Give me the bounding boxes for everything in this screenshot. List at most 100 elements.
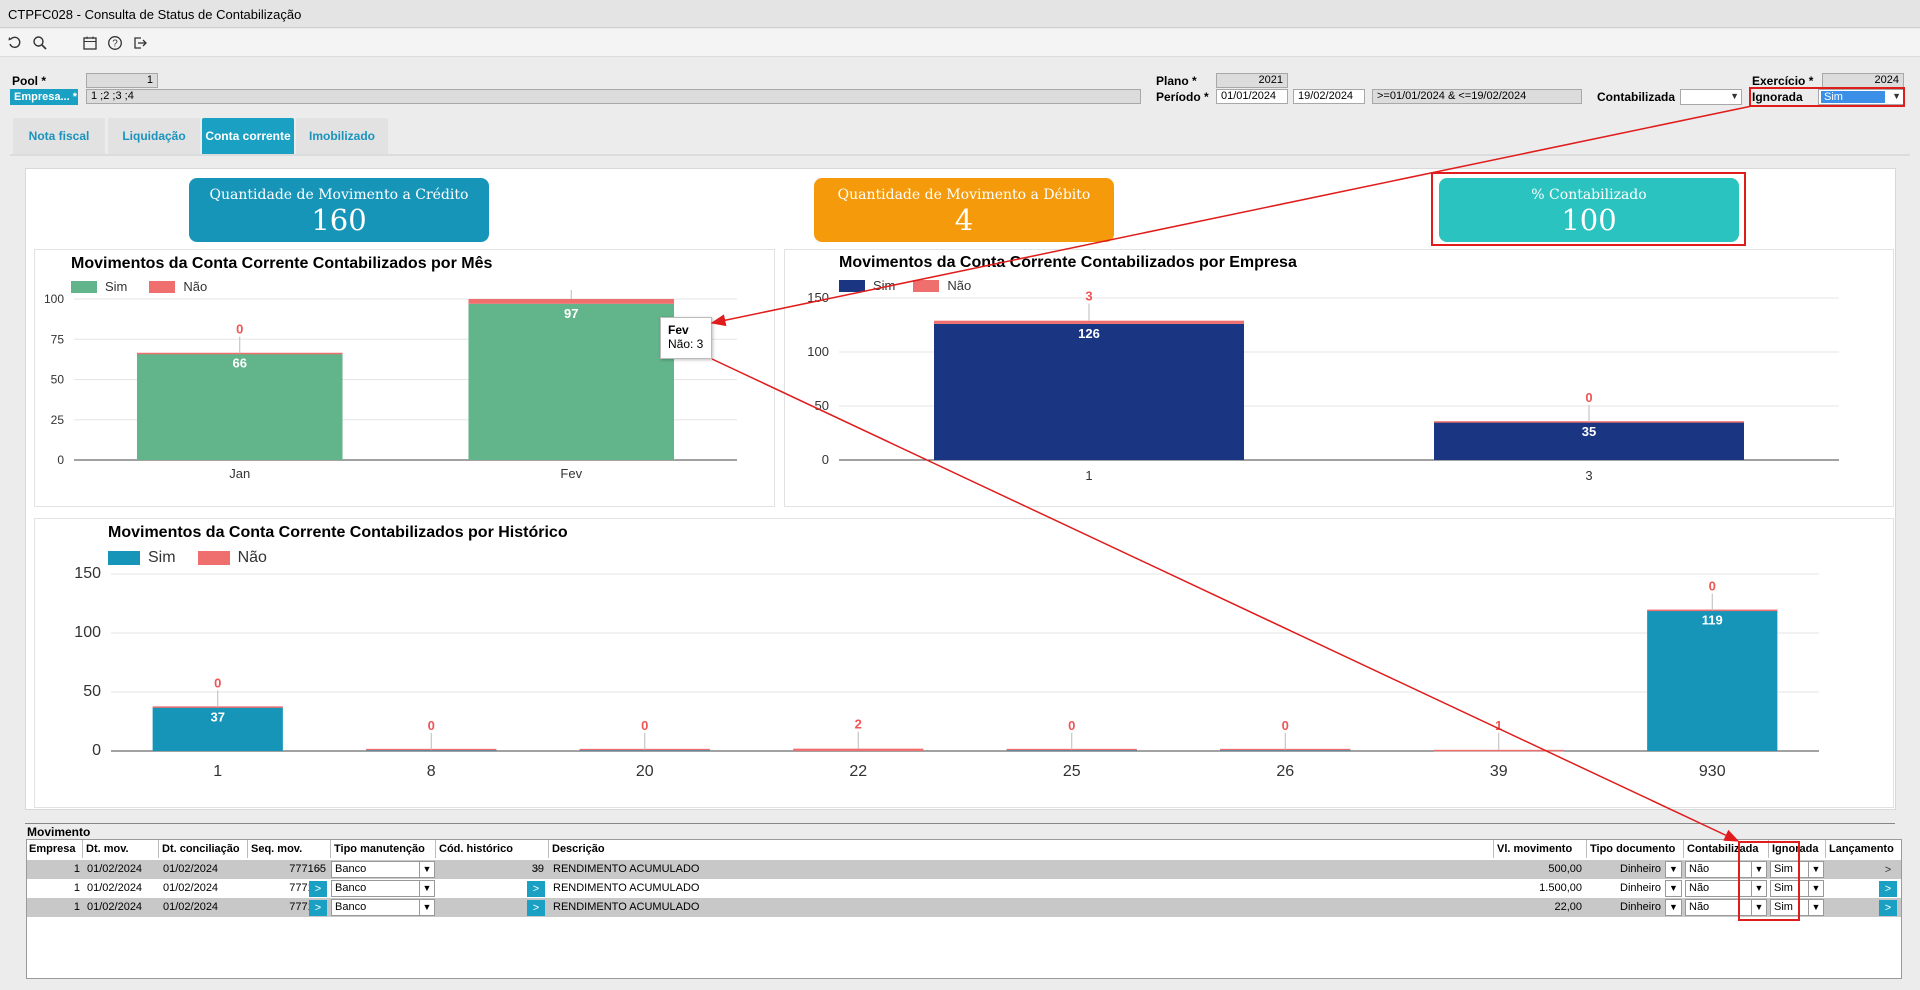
- col-tipo-manutencao[interactable]: Tipo manutenção: [332, 840, 436, 858]
- data-label-nao: 0: [236, 322, 243, 337]
- periodo-from-field[interactable]: 01/01/2024: [1216, 89, 1288, 104]
- cell-empresa: 1: [73, 901, 80, 913]
- chevron-down-icon: ▼: [1808, 862, 1823, 877]
- periodo-to-field[interactable]: 19/02/2024: [1293, 89, 1365, 104]
- cell-dt-conciliacao: 01/02/2024: [163, 882, 219, 894]
- chart-por-historico-title: Movimentos da Conta Corrente Contabiliza…: [108, 524, 568, 541]
- contabilizada-select[interactable]: Não ▼: [1685, 861, 1767, 878]
- contabilizada-label: Contabilizada: [1597, 90, 1676, 104]
- search-icon[interactable]: [30, 33, 50, 53]
- cell-empresa: 1: [73, 882, 80, 894]
- ignorada-select[interactable]: Sim ▼: [1770, 880, 1824, 897]
- periodo-expression: >=01/01/2024 & <=19/02/2024: [1372, 89, 1582, 104]
- col-contabilizada[interactable]: Contabilizada: [1685, 840, 1769, 858]
- svg-text:?: ?: [112, 39, 118, 50]
- ignorada-select[interactable]: Sim ▼: [1818, 89, 1904, 105]
- table-row[interactable]: 1 01/02/2024 01/02/2024 777165 > Banco ▼ 39 > REN…: [27, 860, 1901, 879]
- x-tick-label: Jan: [229, 466, 250, 481]
- tipo-documento-select[interactable]: ▼: [1665, 880, 1682, 897]
- table-row[interactable]: 101/02/202401/02/2024777164>Banco▼22>REN…: [27, 879, 1901, 898]
- tooltip-text: Não: 3: [668, 337, 704, 351]
- y-tick-label: 100: [44, 292, 64, 306]
- chart-por-empresa-title: Movimentos da Conta Corrente Contabiliza…: [839, 254, 1297, 271]
- col-dt-mov[interactable]: Dt. mov.: [84, 840, 159, 858]
- tipo-documento-select[interactable]: ▼: [1665, 899, 1682, 916]
- chevron-down-icon: ▼: [1808, 881, 1823, 896]
- data-label-sim: 126: [1078, 326, 1100, 341]
- help-icon[interactable]: ?: [105, 33, 125, 53]
- col-empresa[interactable]: Empresa: [27, 840, 83, 858]
- cell-descricao: RENDIMENTO ACUMULADO: [553, 863, 700, 875]
- data-label-nao: 0: [641, 718, 648, 733]
- tab-imobilizado[interactable]: Imobilizado: [296, 118, 388, 154]
- col-dt-conciliacao[interactable]: Dt. conciliação: [160, 840, 248, 858]
- tipo-manutencao-select[interactable]: Banco ▼: [331, 861, 435, 878]
- y-tick-label: 100: [74, 624, 101, 641]
- empresa-lookup-button[interactable]: Empresa... *: [10, 89, 78, 105]
- chevron-down-icon: ▼: [1669, 864, 1678, 874]
- chart-por-empresa: 0 50 100 150 1 126 3 3 35 0: [807, 290, 1839, 483]
- lancamento-button[interactable]: >: [1879, 862, 1897, 878]
- bar-sim: [468, 303, 675, 460]
- tab-liquidacao[interactable]: Liquidação: [108, 118, 200, 154]
- ignorada-select[interactable]: Sim ▼: [1770, 899, 1824, 916]
- x-tick-label: 20: [636, 763, 654, 780]
- periodo-label: Período *: [1156, 90, 1209, 104]
- data-label-nao: 3: [1085, 290, 1092, 304]
- plano-field[interactable]: 2021: [1216, 73, 1288, 88]
- data-label-nao: 0: [1068, 718, 1075, 733]
- tipo-manutencao-select[interactable]: Banco ▼: [331, 899, 435, 916]
- seq-lookup-button[interactable]: >: [309, 862, 327, 878]
- col-cod-historico[interactable]: Cód. histórico: [437, 840, 549, 858]
- historico-lookup-button[interactable]: >: [527, 900, 545, 916]
- empresa-field[interactable]: 1 ;2 ;3 ;4: [86, 89, 1141, 104]
- chevron-down-icon: ▼: [1808, 900, 1823, 915]
- col-ignorada[interactable]: Ignorada: [1770, 840, 1826, 858]
- tab-nota-fiscal[interactable]: Nota fiscal: [13, 118, 105, 154]
- calendar-icon[interactable]: [80, 33, 100, 53]
- lancamento-button[interactable]: >: [1879, 881, 1897, 897]
- data-label-nao: 2: [855, 717, 862, 732]
- col-tipo-documento[interactable]: Tipo documento: [1588, 840, 1684, 858]
- table-row[interactable]: 101/02/202401/02/2024777163>Banco▼22>REN…: [27, 898, 1901, 917]
- lancamento-button[interactable]: >: [1879, 900, 1897, 916]
- exercicio-label: Exercício *: [1752, 74, 1814, 88]
- historico-lookup-button[interactable]: >: [527, 881, 545, 897]
- y-tick-label: 0: [57, 453, 64, 467]
- x-tick-label: 22: [849, 763, 867, 780]
- data-label-nao: 0: [1709, 579, 1716, 594]
- contabilizada-select[interactable]: Não ▼: [1685, 899, 1767, 916]
- chevron-down-icon: ▼: [1730, 91, 1739, 101]
- chevron-down-icon: ▼: [1669, 883, 1678, 893]
- col-vl-movimento[interactable]: Vl. movimento: [1495, 840, 1587, 858]
- col-descricao[interactable]: Descrição: [550, 840, 1494, 858]
- data-label-nao: 0: [1282, 718, 1289, 733]
- col-lancamento[interactable]: Lançamento: [1827, 840, 1909, 858]
- historico-lookup-button[interactable]: >: [527, 862, 545, 878]
- contabilizada-select[interactable]: ▼: [1680, 89, 1742, 105]
- data-label-sim: 66: [233, 356, 247, 371]
- pool-field[interactable]: 1: [86, 73, 158, 88]
- bar-nao: [1433, 749, 1564, 752]
- cell-descricao: RENDIMENTO ACUMULADO: [553, 901, 700, 913]
- y-tick-label: 75: [51, 332, 65, 346]
- seq-lookup-button[interactable]: >: [309, 900, 327, 916]
- contabilizada-select[interactable]: Não ▼: [1685, 880, 1767, 897]
- y-tick-label: 50: [83, 683, 101, 700]
- y-tick-label: 150: [807, 290, 829, 305]
- seq-lookup-button[interactable]: >: [309, 881, 327, 897]
- exercicio-field[interactable]: 2024: [1822, 73, 1904, 88]
- tab-conta-corrente[interactable]: Conta corrente: [202, 118, 294, 154]
- tipo-manutencao-select[interactable]: Banco ▼: [331, 880, 435, 897]
- bar-nao: [468, 299, 675, 304]
- tooltip-title: Fev: [668, 323, 689, 337]
- undo-icon[interactable]: [5, 33, 25, 53]
- y-tick-label: 25: [51, 413, 65, 427]
- chevron-down-icon: ▼: [1751, 862, 1766, 877]
- col-seq-mov[interactable]: Seq. mov.: [249, 840, 331, 858]
- ignorada-select[interactable]: Sim ▼: [1770, 861, 1824, 878]
- window-title-bar: CTPFC028 - Consulta de Status de Contabi…: [0, 0, 1920, 28]
- movimento-grid: Empresa Dt. mov. Dt. conciliação Seq. mo…: [26, 839, 1902, 979]
- tipo-documento-select[interactable]: ▼: [1665, 861, 1682, 878]
- exit-icon[interactable]: [130, 33, 150, 53]
